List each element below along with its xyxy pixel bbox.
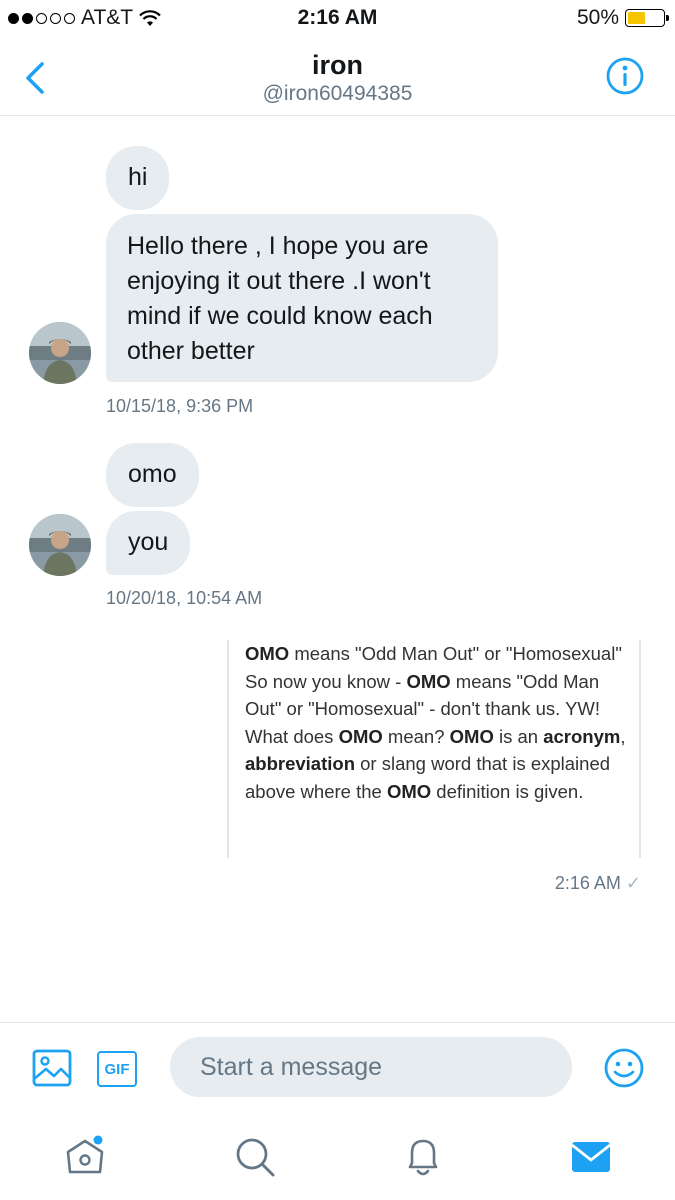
contact-handle: @iron60494385 xyxy=(262,82,413,105)
status-time: 2:16 AM xyxy=(297,6,378,29)
card-text: mean? xyxy=(382,725,450,747)
sent-image-message[interactable]: OMO means "Odd Man Out" or "Homosexual" … xyxy=(227,640,641,858)
tab-bar xyxy=(0,1112,675,1200)
message-timestamp: 10/20/18, 10:54 AM xyxy=(106,588,263,608)
battery-percent: 50% xyxy=(576,6,619,29)
battery-icon xyxy=(625,9,669,27)
home-icon[interactable] xyxy=(60,1132,110,1182)
message-composer: GIF Start a message xyxy=(0,1022,675,1110)
message-input[interactable]: Start a message xyxy=(170,1037,572,1097)
card-bold-text: OMO xyxy=(338,725,383,747)
image-icon[interactable] xyxy=(32,1049,72,1087)
received-message[interactable]: Hello there , I hope you are enjoying it… xyxy=(106,214,498,382)
card-bold-text: OMO xyxy=(449,725,494,747)
gif-label: GIF xyxy=(104,1060,130,1078)
card-bold-text: OMO xyxy=(406,670,451,692)
avatar[interactable] xyxy=(29,322,91,384)
card-text: definition is given. xyxy=(431,780,584,802)
mail-icon[interactable] xyxy=(566,1132,616,1182)
received-message[interactable]: omo xyxy=(106,443,199,507)
bell-icon[interactable] xyxy=(398,1132,448,1182)
sent-timestamp: 2:16 AM ✓ xyxy=(555,873,641,894)
card-bold-text: abbreviation xyxy=(245,753,355,774)
message-timestamp: 10/15/18, 9:36 PM xyxy=(106,396,254,416)
received-message[interactable]: hi xyxy=(106,146,170,210)
sent-time: 2:16 AM xyxy=(554,873,621,893)
card-text: , xyxy=(620,725,626,747)
info-icon[interactable] xyxy=(605,56,645,96)
search-icon[interactable] xyxy=(230,1132,280,1182)
check-icon: ✓ xyxy=(625,873,641,893)
status-bar: AT&T 2:16 AM 50% xyxy=(0,0,675,38)
status-right: 50% xyxy=(576,6,669,30)
emoji-icon[interactable] xyxy=(603,1047,645,1089)
contact-name[interactable]: iron xyxy=(0,50,675,81)
avatar[interactable] xyxy=(29,514,91,576)
gif-icon[interactable]: GIF xyxy=(97,1051,137,1087)
message-input-placeholder: Start a message xyxy=(200,1052,383,1081)
card-text: is an xyxy=(493,725,544,747)
card-bold-text: acronym xyxy=(543,725,621,747)
conversation-header: iron @iron60494385 xyxy=(0,38,675,116)
card-bold-text: OMO xyxy=(245,643,290,664)
received-message[interactable]: you xyxy=(106,511,191,575)
card-bold-text: OMO xyxy=(386,780,432,802)
